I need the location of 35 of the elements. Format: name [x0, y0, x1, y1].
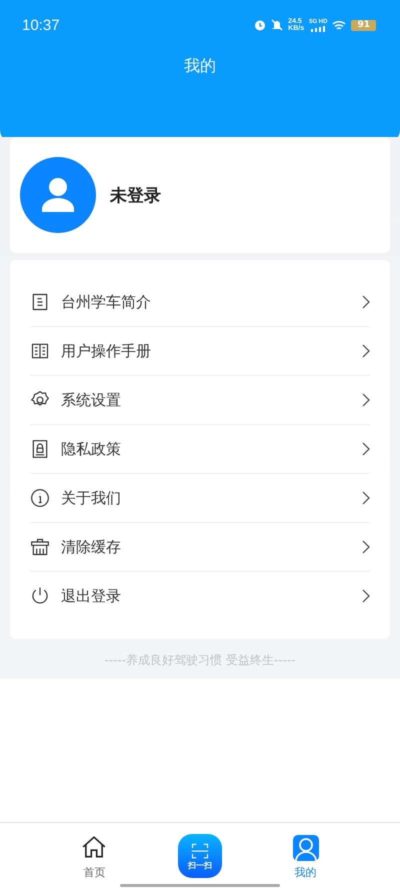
menu-item[interactable]: 清除缓存	[30, 523, 370, 572]
tab-item[interactable]: 我的	[280, 823, 331, 880]
page-title: 我的	[183, 56, 217, 77]
lock-document-icon	[30, 439, 50, 459]
login-status: 未登录	[110, 184, 161, 206]
chevron-icon	[362, 540, 370, 554]
book-icon	[30, 341, 50, 361]
power-icon	[30, 586, 50, 606]
basket-icon	[30, 537, 50, 557]
profile-card[interactable]: 未登录	[10, 137, 390, 253]
tab-item[interactable]: 首页	[69, 823, 120, 880]
menu-item[interactable]: 关于我们	[30, 474, 370, 523]
muted-bell-icon	[271, 19, 284, 31]
avatar-icon	[20, 157, 96, 233]
wifi-icon	[332, 20, 346, 30]
info-icon	[30, 488, 50, 508]
signal-icon	[311, 26, 326, 32]
status-time: 10:37	[22, 16, 60, 34]
chevron-icon	[362, 442, 370, 456]
chevron-icon	[362, 589, 370, 603]
menu-item[interactable]: 隐私政策	[30, 425, 370, 474]
menu-item[interactable]: 退出登录	[30, 572, 370, 620]
battery-indicator: 91	[351, 20, 376, 30]
chevron-icon	[362, 393, 370, 407]
scan-button[interactable]: 扫一扫	[178, 834, 222, 878]
menu-item[interactable]: 系统设置	[30, 376, 370, 425]
scan-icon	[190, 842, 209, 860]
menu-item[interactable]: 用户操作手册	[30, 327, 370, 376]
chevron-icon	[362, 295, 370, 309]
chevron-icon	[362, 491, 370, 505]
document-icon	[30, 292, 50, 312]
alarm-icon	[254, 19, 266, 31]
user-icon	[292, 835, 319, 861]
menu-item[interactable]: 台州学车简介	[30, 278, 370, 327]
chevron-icon	[362, 344, 370, 358]
